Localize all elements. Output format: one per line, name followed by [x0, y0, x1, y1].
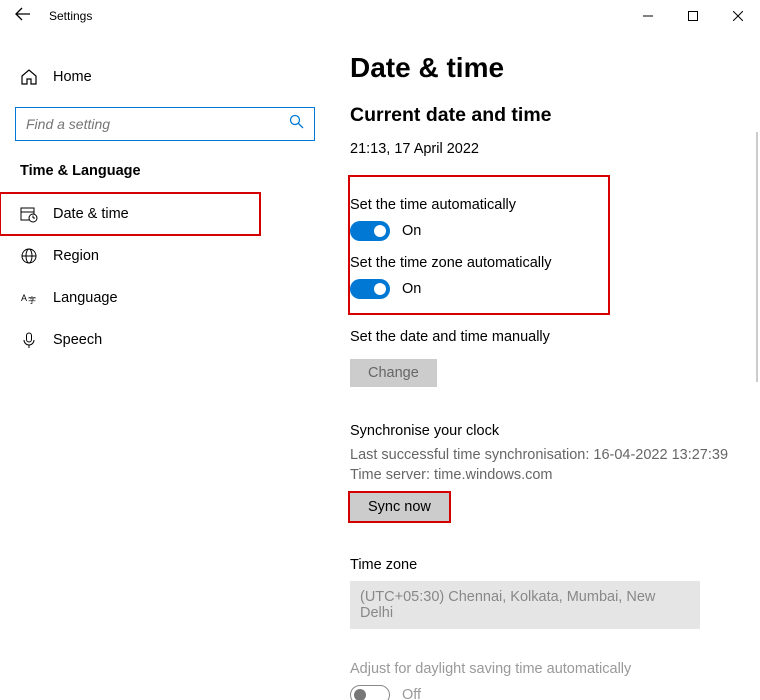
- current-datetime-value: 21:13, 17 April 2022: [350, 141, 730, 157]
- sidebar-item-language[interactable]: A字 Language: [0, 277, 260, 319]
- timezone-heading: Time zone: [350, 557, 730, 573]
- window-title: Settings: [49, 9, 92, 23]
- auto-tz-toggle[interactable]: [350, 279, 390, 299]
- search-box[interactable]: [15, 107, 315, 141]
- sidebar-item-region[interactable]: Region: [0, 235, 260, 277]
- sidebar: Home Time & Language Date & time Region …: [0, 32, 330, 700]
- close-button[interactable]: [715, 1, 760, 31]
- auto-tz-state: On: [402, 281, 421, 297]
- back-icon[interactable]: [15, 7, 31, 26]
- sidebar-item-label: Speech: [53, 332, 102, 348]
- page-title: Date & time: [350, 52, 730, 84]
- microphone-icon: [20, 331, 38, 349]
- search-icon: [289, 114, 304, 134]
- maximize-button[interactable]: [670, 1, 715, 31]
- sync-now-button[interactable]: Sync now: [350, 493, 449, 521]
- sync-heading: Synchronise your clock: [350, 423, 730, 439]
- auto-time-state: On: [402, 223, 421, 239]
- timezone-select: (UTC+05:30) Chennai, Kolkata, Mumbai, Ne…: [350, 581, 700, 629]
- sidebar-item-label: Language: [53, 290, 118, 306]
- home-icon: [20, 68, 38, 86]
- svg-text:A: A: [21, 293, 27, 303]
- dst-state: Off: [402, 687, 421, 700]
- search-input[interactable]: [26, 116, 289, 132]
- dst-label: Adjust for daylight saving time automati…: [350, 661, 730, 677]
- change-button: Change: [350, 359, 437, 387]
- home-nav[interactable]: Home: [20, 57, 315, 97]
- auto-toggles-highlight: Set the time automatically On Set the ti…: [348, 175, 610, 315]
- auto-time-toggle[interactable]: [350, 221, 390, 241]
- scrollbar[interactable]: [756, 132, 758, 382]
- sidebar-item-date-time[interactable]: Date & time: [0, 193, 260, 235]
- svg-text:字: 字: [28, 295, 36, 305]
- language-icon: A字: [20, 289, 38, 307]
- globe-icon: [20, 247, 38, 265]
- sidebar-item-speech[interactable]: Speech: [0, 319, 260, 361]
- sidebar-item-label: Date & time: [53, 206, 129, 222]
- current-datetime-heading: Current date and time: [350, 104, 730, 127]
- titlebar: Settings: [0, 0, 760, 32]
- manual-set-heading: Set the date and time manually: [350, 329, 730, 345]
- auto-time-label: Set the time automatically: [350, 197, 600, 213]
- dst-toggle: [350, 685, 390, 700]
- minimize-button[interactable]: [625, 1, 670, 31]
- sidebar-group-header: Time & Language: [20, 163, 315, 179]
- sync-last-line: Last successful time synchronisation: 16…: [350, 447, 730, 463]
- date-time-icon: [20, 205, 38, 223]
- sidebar-item-label: Region: [53, 248, 99, 264]
- sync-server-line: Time server: time.windows.com: [350, 467, 730, 483]
- auto-tz-label: Set the time zone automatically: [350, 255, 600, 271]
- window-controls: [625, 1, 760, 31]
- home-label: Home: [53, 69, 92, 85]
- main-panel: Date & time Current date and time 21:13,…: [330, 32, 760, 700]
